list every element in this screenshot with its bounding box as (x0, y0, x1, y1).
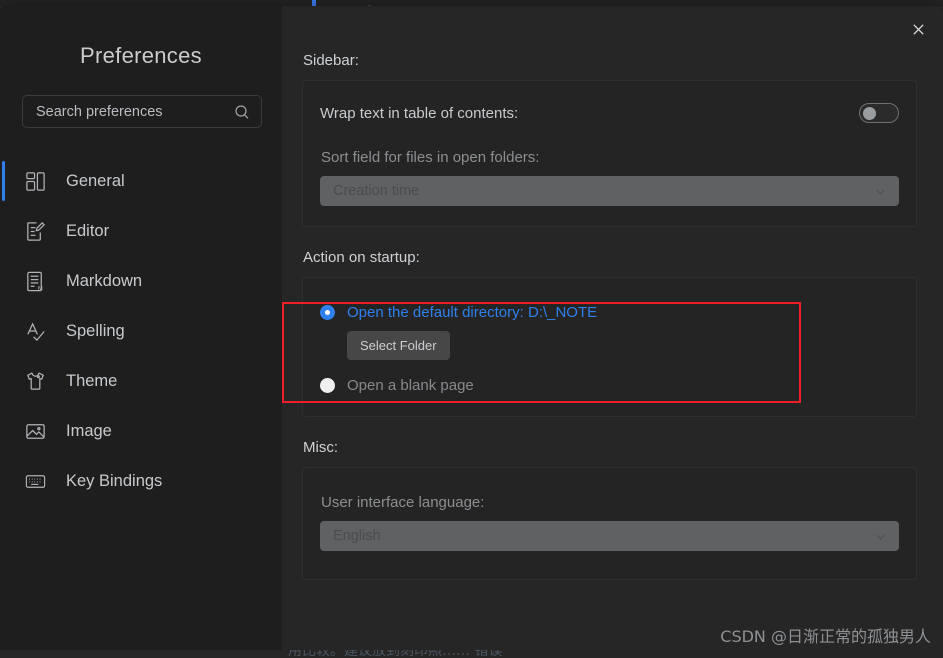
bottom-cut-strip: 用比较。建议放到刻印照…… 错误 (0, 650, 943, 658)
sidebar-item-label: Markdown (66, 271, 143, 290)
sort-field-value: Creation time (333, 183, 420, 199)
page-title: Preferences (80, 43, 202, 68)
image-icon (22, 418, 48, 444)
sidebar-item-markdown[interactable]: M Markdown (0, 256, 282, 306)
language-value: English (333, 528, 381, 544)
preferences-dialog: Preferences Search preferences General E… (0, 6, 943, 658)
language-label: User interface language: (321, 494, 485, 511)
radio-unselected-icon (320, 378, 335, 393)
wrap-text-toggle[interactable] (859, 103, 899, 123)
sort-field-select[interactable]: Creation time (320, 176, 899, 206)
wrap-text-label: Wrap text in table of contents: (320, 104, 519, 122)
misc-settings-card: User interface language: English (302, 467, 917, 580)
sidebar-item-label: General (66, 171, 125, 190)
preferences-content: Sidebar: Wrap text in table of contents:… (282, 6, 943, 658)
sidebar-item-image[interactable]: Image (0, 406, 282, 456)
startup-option-default-directory[interactable]: Open the default directory: D:\_NOTE (320, 304, 899, 321)
close-icon[interactable] (905, 16, 931, 42)
sidebar-item-theme[interactable]: Theme (0, 356, 282, 406)
wrap-text-row: Wrap text in table of contents: (320, 103, 899, 123)
sidebar-nav: General Editor M Markdown Spelling Theme… (0, 156, 282, 506)
sidebar-item-spelling[interactable]: Spelling (0, 306, 282, 356)
chevron-down-icon (874, 530, 887, 543)
language-select[interactable]: English (320, 521, 899, 551)
edit-document-icon (22, 218, 48, 244)
search-box[interactable] (22, 95, 262, 128)
startup-settings-card: Open the default directory: D:\_NOTE Sel… (302, 277, 917, 417)
startup-option-label: Open a blank page (347, 377, 474, 394)
section-heading-startup: Action on startup: (303, 249, 420, 266)
tshirt-icon (22, 368, 48, 394)
app-root: Preferences Search preferences General E… (0, 0, 943, 658)
chevron-down-icon (874, 185, 887, 198)
sidebar-item-label: Key Bindings (66, 471, 163, 490)
bottom-cut-text: 用比较。建议放到刻印照…… 错误 (288, 650, 503, 658)
sidebar-settings-card: Wrap text in table of contents: Sort fie… (302, 80, 917, 227)
watermark-text: CSDN @日渐正常的孤独男人 (720, 627, 931, 646)
spellcheck-icon (22, 318, 48, 344)
sidebar-item-editor[interactable]: Editor (0, 206, 282, 256)
startup-option-blank-page[interactable]: Open a blank page (320, 377, 899, 394)
sidebar-item-label: Editor (66, 221, 110, 240)
preferences-sidebar: Preferences Search preferences General E… (0, 6, 282, 658)
layout-blocks-icon (22, 168, 48, 194)
keyboard-icon (22, 468, 48, 494)
sidebar-item-general[interactable]: General (0, 156, 282, 206)
section-heading-sidebar: Sidebar: (303, 52, 359, 69)
toggle-knob (863, 107, 876, 120)
markdown-file-icon: M (22, 268, 48, 294)
sidebar-item-label: Theme (66, 371, 118, 390)
startup-option-label: Open the default directory: D:\_NOTE (347, 304, 598, 321)
search-input[interactable] (36, 103, 234, 120)
radio-selected-icon (320, 305, 335, 320)
select-folder-button[interactable]: Select Folder (347, 331, 450, 360)
sidebar-item-key-bindings[interactable]: Key Bindings (0, 456, 282, 506)
sidebar-item-label: Image (66, 421, 112, 440)
sidebar-item-label: Spelling (66, 321, 125, 340)
section-heading-misc: Misc: (303, 439, 338, 456)
svg-text:M: M (37, 286, 42, 292)
sort-field-label: Sort field for files in open folders: (321, 149, 540, 166)
search-icon (234, 104, 250, 120)
